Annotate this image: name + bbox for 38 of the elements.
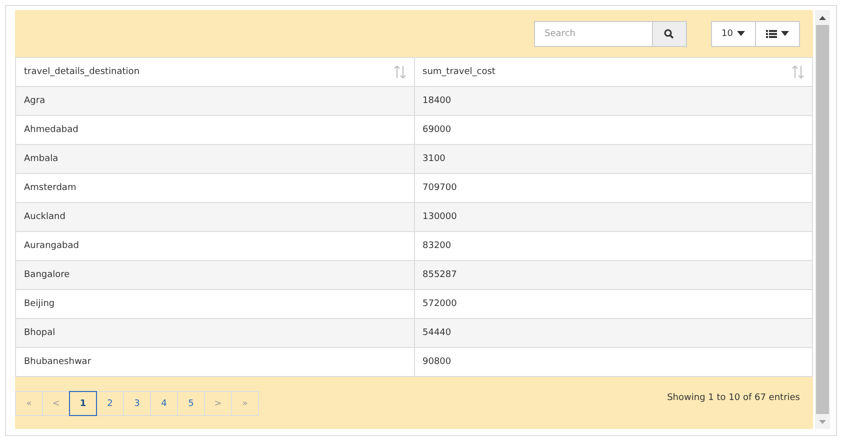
sort-icon[interactable] — [394, 65, 406, 79]
page-button[interactable]: 5 — [177, 391, 205, 416]
page-button[interactable]: 1 — [69, 391, 97, 416]
table-cell: 54440 — [414, 318, 812, 348]
table-cell: Bhopal — [16, 318, 414, 348]
caret-icon — [781, 31, 789, 36]
search-field[interactable]: Search — [534, 20, 652, 46]
sort-icon[interactable] — [792, 65, 804, 79]
pagination-nav-button[interactable]: < — [42, 391, 70, 416]
pagination-nav-button[interactable]: » — [231, 391, 259, 416]
table-cell: 130000 — [414, 202, 812, 232]
search-button[interactable] — [652, 20, 687, 46]
search-icon — [664, 28, 674, 38]
scroll-up-icon[interactable] — [819, 16, 826, 20]
scroll-down-icon[interactable] — [819, 420, 826, 424]
table-cell: Ambala — [16, 144, 414, 174]
columns-dropdown[interactable] — [756, 20, 800, 46]
table-cell: 90800 — [414, 348, 812, 376]
entries-info: Showing 1 to 10 of 67 entries — [667, 393, 800, 403]
scrollbar[interactable] — [815, 10, 830, 429]
table-cell: Bangalore — [16, 260, 414, 290]
table-cell: 18400 — [414, 86, 812, 116]
pagination-nav-button[interactable]: > — [204, 391, 232, 416]
caret-icon — [737, 31, 745, 36]
table-cell: 3100 — [414, 144, 812, 174]
column-header[interactable]: travel_details_destination — [16, 58, 414, 86]
table-cell: Bhubaneshwar — [16, 348, 414, 376]
page-button[interactable]: 2 — [96, 391, 124, 416]
column-header[interactable]: sum_travel_cost — [414, 58, 812, 86]
table-cell: 855287 — [414, 260, 812, 290]
page-button[interactable]: 3 — [123, 391, 151, 416]
table-cell: Auckland — [16, 202, 414, 232]
scrollbar-thumb[interactable] — [816, 25, 829, 414]
page-button[interactable]: 4 — [150, 391, 178, 416]
list-icon — [766, 30, 777, 38]
page-size-dropdown[interactable]: 10 — [710, 20, 756, 46]
pagination-nav-button[interactable]: « — [15, 391, 43, 416]
table-cell: Agra — [16, 86, 414, 116]
